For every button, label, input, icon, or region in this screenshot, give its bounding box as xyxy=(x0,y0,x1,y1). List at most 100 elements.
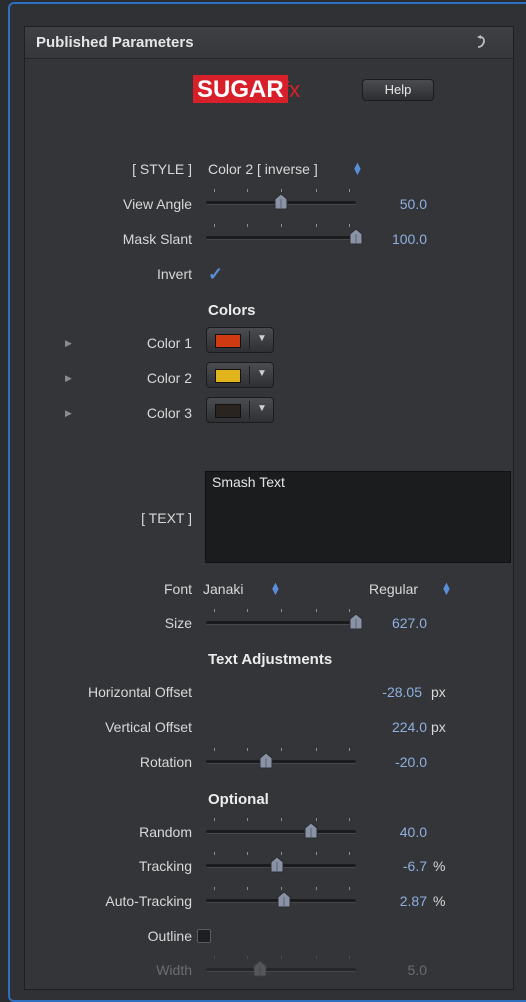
slider-thumb[interactable] xyxy=(270,857,284,873)
slider-tick xyxy=(247,818,248,821)
slider-tick xyxy=(316,189,317,192)
slider-tick xyxy=(349,852,350,855)
color-1-chevron-down-icon[interactable]: ▼ xyxy=(257,333,267,344)
width-slider[interactable] xyxy=(206,956,356,977)
style-popup[interactable]: Color 2 [ inverse ] xyxy=(208,161,318,177)
slider-tick xyxy=(281,852,282,855)
slider-tick xyxy=(281,956,282,959)
mask-slant-value[interactable]: 100.0 xyxy=(357,231,427,247)
auto-tracking-label: Auto-Tracking xyxy=(105,893,192,909)
random-slider[interactable] xyxy=(206,818,356,839)
rotation-label: Rotation xyxy=(139,754,192,770)
slider-tick xyxy=(316,887,317,890)
text-label: [ TEXT ] xyxy=(141,510,192,526)
slider-tick xyxy=(281,748,282,751)
font-family-arrows-icon[interactable]: ▲ ▼ xyxy=(270,581,281,598)
horizontal-offset-value[interactable]: -28.05 xyxy=(352,684,422,700)
font-family-popup[interactable]: Janaki xyxy=(203,581,243,597)
text-adjustments-heading: Text Adjustments xyxy=(208,651,333,668)
color-1-separator xyxy=(249,331,250,349)
auto-tracking-unit: % xyxy=(433,893,446,909)
outline-checkbox[interactable] xyxy=(197,929,211,943)
vertical-offset-value[interactable]: 224.0 xyxy=(357,719,427,735)
color-3-chevron-down-icon[interactable]: ▼ xyxy=(257,403,267,414)
color-3-label: Color 3 xyxy=(146,405,192,421)
size-slider[interactable] xyxy=(206,609,363,630)
tracking-value[interactable]: -6.7 xyxy=(357,858,427,874)
slider-thumb[interactable] xyxy=(274,194,288,210)
rotation-slider[interactable] xyxy=(206,748,356,769)
slider-tick xyxy=(247,748,248,751)
view-angle-slider[interactable] xyxy=(206,189,356,210)
slider-thumb[interactable] xyxy=(304,823,318,839)
invert-label: Invert xyxy=(156,266,192,282)
slider-tick xyxy=(214,887,215,890)
color-2-label: Color 2 xyxy=(146,370,192,386)
slider-tick xyxy=(214,956,215,959)
font-style-popup[interactable]: Regular xyxy=(369,581,418,597)
slider-tick xyxy=(349,818,350,821)
width-label: Width xyxy=(156,962,192,978)
slider-tick xyxy=(247,887,248,890)
slider-tick xyxy=(247,852,248,855)
slider-tick xyxy=(281,609,282,612)
slider-tick xyxy=(316,818,317,821)
slider-track[interactable] xyxy=(206,968,356,972)
auto-tracking-value[interactable]: 2.87 xyxy=(357,893,427,909)
slider-thumb[interactable] xyxy=(259,753,273,769)
invert-checkbox-checkmark-icon[interactable]: ✓ xyxy=(208,264,223,285)
slider-tick xyxy=(214,748,215,751)
slider-tick xyxy=(247,956,248,959)
auto-tracking-slider[interactable] xyxy=(206,887,356,908)
slider-tick xyxy=(214,224,215,227)
slider-tick xyxy=(214,818,215,821)
slider-thumb[interactable] xyxy=(253,961,267,977)
view-angle-value[interactable]: 50.0 xyxy=(357,196,427,212)
slider-tick xyxy=(349,956,350,959)
style-popup-arrows-icon[interactable]: ▲ ▼ xyxy=(352,161,363,178)
view-angle-label: View Angle xyxy=(122,196,192,212)
color-2-swatch[interactable] xyxy=(215,369,241,383)
slider-tick xyxy=(247,609,248,612)
color-1-well[interactable]: ▼ xyxy=(206,327,274,353)
horizontal-offset-label: Horizontal Offset xyxy=(87,684,192,700)
reset-icon[interactable] xyxy=(471,33,489,51)
text-input[interactable]: Smash Text xyxy=(205,471,511,563)
slider-thumb[interactable] xyxy=(277,892,291,908)
color-2-separator xyxy=(249,366,250,384)
tracking-unit: % xyxy=(433,858,446,874)
vertical-offset-label: Vertical Offset xyxy=(105,719,192,735)
random-value[interactable]: 40.0 xyxy=(357,824,427,840)
tracking-slider[interactable] xyxy=(206,852,356,873)
color-3-well[interactable]: ▼ xyxy=(206,397,274,423)
horizontal-offset-unit: px xyxy=(431,684,446,700)
slider-tick xyxy=(349,887,350,890)
slider-tick xyxy=(247,189,248,192)
font-style-arrows-icon[interactable]: ▲ ▼ xyxy=(441,581,452,598)
slider-tick xyxy=(281,224,282,227)
slider-track[interactable] xyxy=(206,236,356,240)
slider-track[interactable] xyxy=(206,760,356,764)
slider-track[interactable] xyxy=(206,830,356,834)
help-button[interactable]: Help xyxy=(362,79,434,101)
color-3-swatch[interactable] xyxy=(215,404,241,418)
size-value[interactable]: 627.0 xyxy=(357,615,427,631)
vertical-offset-unit: px xyxy=(431,719,446,735)
color-2-chevron-down-icon[interactable]: ▼ xyxy=(257,368,267,379)
random-label: Random xyxy=(139,824,192,840)
slider-tick xyxy=(316,956,317,959)
mask-slant-slider[interactable] xyxy=(206,224,363,245)
style-label: [ STYLE ] xyxy=(132,161,192,177)
color-1-swatch[interactable] xyxy=(215,334,241,348)
color-2-well[interactable]: ▼ xyxy=(206,362,274,388)
width-value[interactable]: 5.0 xyxy=(357,962,427,978)
mask-slant-label: Mask Slant xyxy=(122,231,192,247)
slider-tick xyxy=(349,609,350,612)
slider-tick xyxy=(247,224,248,227)
slider-tick xyxy=(316,852,317,855)
slider-track[interactable] xyxy=(206,621,356,625)
panel-header: Published Parameters xyxy=(25,27,513,59)
panel-title: Published Parameters xyxy=(36,34,194,51)
rotation-value[interactable]: -20.0 xyxy=(357,754,427,770)
published-parameters-panel: Published Parameters SUGAR fx Help [ STY… xyxy=(24,26,514,990)
